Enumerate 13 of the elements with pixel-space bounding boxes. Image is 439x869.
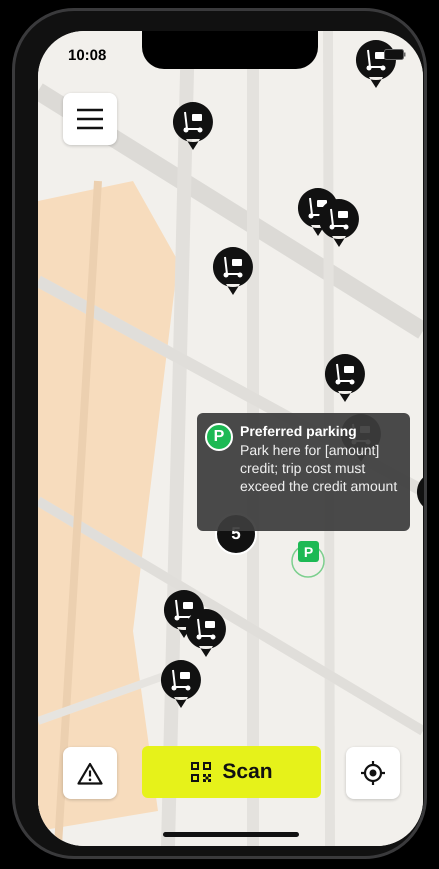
tooltip-title: Preferred parking [240,423,358,439]
crosshair-icon [360,760,386,786]
scan-button[interactable]: Scan [142,746,321,798]
tooltip-text: Park here for [amount] credit; trip cost must exceed the credit amount [240,441,398,495]
warning-icon [77,762,103,784]
battery-icon [384,49,406,60]
locate-button[interactable] [346,747,400,799]
report-button[interactable] [63,747,117,799]
menu-button[interactable] [63,93,117,145]
status-time: 10:08 [68,47,106,64]
parking-badge: P [205,423,233,451]
qr-code-icon [190,761,212,783]
menu-icon [76,108,104,130]
